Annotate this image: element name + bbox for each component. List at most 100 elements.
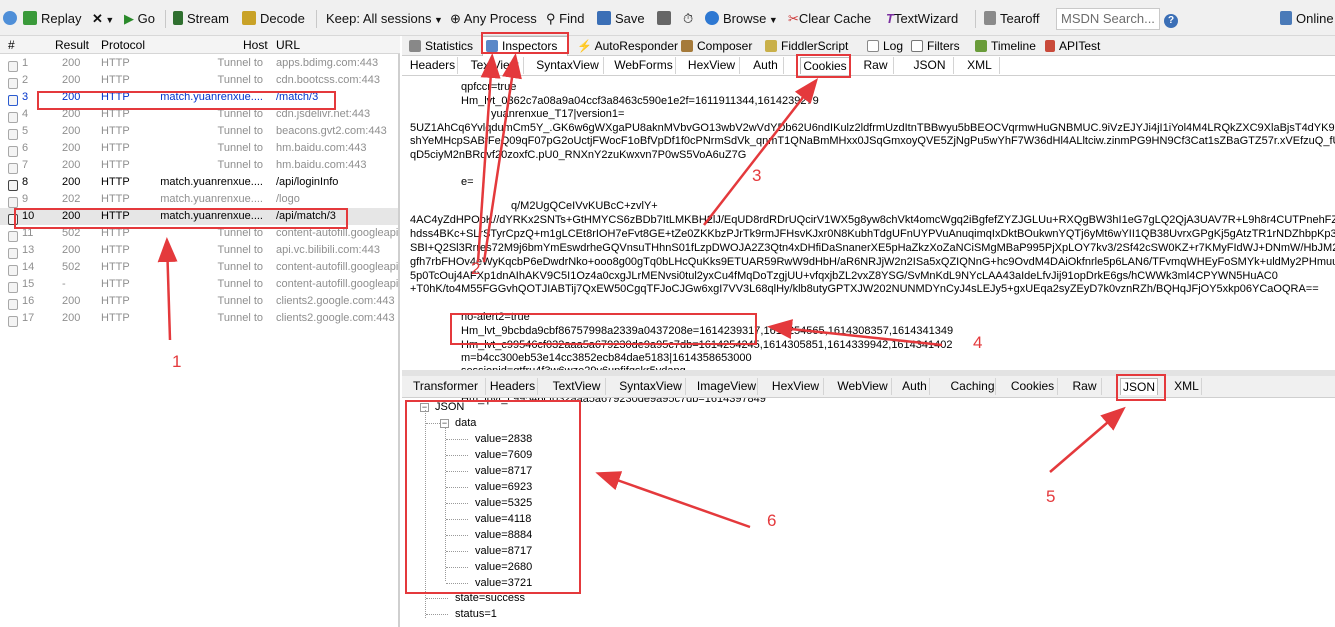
response-tab-auth[interactable]: Auth xyxy=(900,378,930,395)
screenshot-button[interactable] xyxy=(657,10,675,28)
chevron-down-icon: ▼ xyxy=(431,15,443,25)
response-tab-cookies[interactable]: Cookies xyxy=(1008,378,1058,395)
replay-icon xyxy=(23,11,37,25)
request-tab-auth[interactable]: Auth xyxy=(748,57,784,74)
clear-cache-button[interactable]: ✂Clear Cache xyxy=(788,10,871,28)
response-tab-hexview[interactable]: HexView xyxy=(768,378,824,395)
session-host: Tunnel to xyxy=(217,57,263,69)
keep-sessions-dropdown[interactable]: Keep: All sessions ▼ xyxy=(326,10,443,28)
find-button[interactable]: ⚲ Find xyxy=(546,10,584,28)
response-tab-headers[interactable]: Headers xyxy=(488,378,538,395)
tab-apitest[interactable]: APITest xyxy=(1042,37,1100,55)
cookie-line: shYeMHcpSABfFeQ09qF07pG2oUctjFWocF1oBfVp… xyxy=(410,135,1335,147)
session-row[interactable]: 17 200 HTTP Tunnel to clients2.google.com:44… xyxy=(0,310,398,327)
request-tab-headers[interactable]: Headers xyxy=(408,57,458,74)
decode-button[interactable]: Decode xyxy=(242,10,305,28)
cookie-line: Hm_lvt_0362c7a08a9a04ccf3a8463c590e1e2f=… xyxy=(461,95,819,107)
session-number: 17 xyxy=(22,312,35,324)
session-row[interactable]: 9 202 HTTP match.yuanrenxue.... /logo xyxy=(0,191,398,208)
msdn-search-input[interactable]: MSDN Search... xyxy=(1056,8,1160,30)
session-protocol: HTTP xyxy=(101,193,130,205)
tearoff-button[interactable]: Tearoff xyxy=(984,10,1040,28)
response-tab-caching[interactable]: Caching xyxy=(950,378,996,395)
cookie-viewer[interactable]: qpfccr=true Hm_lvt_0362c7a08a9a04ccf3a846… xyxy=(410,78,1335,408)
remove-button[interactable]: ✕ ▼ xyxy=(92,10,114,28)
tab-timeline[interactable]: Timeline xyxy=(972,37,1036,55)
textwizard-button[interactable]: TTextWizard xyxy=(886,10,958,28)
save-button[interactable]: Save xyxy=(597,10,645,28)
tab-composer[interactable]: Composer xyxy=(678,37,752,55)
tab-fiddlerscript[interactable]: FiddlerScript xyxy=(762,37,848,55)
session-host: Tunnel to xyxy=(217,261,263,273)
session-row[interactable]: 13 200 HTTP Tunnel to api.vc.bilibili.com:44… xyxy=(0,242,398,259)
response-tab-imageview[interactable]: ImageView xyxy=(696,378,758,395)
session-protocol: HTTP xyxy=(101,278,130,290)
request-tab-xml[interactable]: XML xyxy=(960,57,1000,74)
tab-filters[interactable]: Filters xyxy=(908,37,960,55)
session-url: hm.baidu.com:443 xyxy=(276,159,367,171)
annotation-label-5: 5 xyxy=(1046,487,1056,506)
session-list-header: # Result Protocol Host URL xyxy=(0,36,400,54)
session-row[interactable]: 15 - HTTP Tunnel to content-autofill.googlea… xyxy=(0,276,398,293)
column-header-protocol[interactable]: Protocol xyxy=(101,38,145,52)
column-header-number[interactable]: # xyxy=(8,38,15,52)
request-tab-json[interactable]: JSON xyxy=(906,57,954,74)
session-row[interactable]: 14 502 HTTP Tunnel to content-autofill.googl… xyxy=(0,259,398,276)
tab-log[interactable]: Log xyxy=(864,37,903,55)
chevron-down-icon: ▼ xyxy=(766,15,778,25)
browse-button[interactable]: Browse ▼ xyxy=(705,10,778,28)
response-tab-textview[interactable]: TextView xyxy=(548,378,606,395)
tab-label: Statistics xyxy=(425,39,474,53)
column-header-url[interactable]: URL xyxy=(276,38,300,52)
timer-button[interactable]: ⏱ xyxy=(683,10,693,28)
x-icon: ✕ xyxy=(92,11,103,26)
crosshair-icon: ⊕ xyxy=(450,11,464,26)
request-tab-textview[interactable]: TextView xyxy=(466,57,524,74)
session-row[interactable]: 6 200 HTTP Tunnel to hm.baidu.com:443 xyxy=(0,140,398,157)
response-tab-xml[interactable]: XML xyxy=(1172,378,1202,395)
session-number: 5 xyxy=(22,125,29,137)
session-row[interactable]: 7 200 HTTP Tunnel to hm.baidu.com:443 xyxy=(0,157,398,174)
any-process-button[interactable]: ⊕ Any Process xyxy=(450,10,537,28)
response-tab-transformer[interactable]: Transformer xyxy=(406,378,486,395)
session-url: apps.bdimg.com:443 xyxy=(276,57,379,69)
column-header-result[interactable]: Result xyxy=(55,38,89,52)
tree-node-status[interactable]: status=1 xyxy=(455,608,497,620)
request-tab-syntaxview[interactable]: SyntaxView xyxy=(532,57,604,74)
replay-label: Replay xyxy=(41,11,82,26)
session-row[interactable]: 16 200 HTTP Tunnel to clients2.google.com:44… xyxy=(0,293,398,310)
session-url: content-autofill.googleapi xyxy=(276,278,398,290)
decode-label: Decode xyxy=(260,11,305,26)
session-result: 202 xyxy=(62,193,81,205)
response-tab-webview[interactable]: WebView xyxy=(834,378,892,395)
session-row[interactable]: 5 200 HTTP Tunnel to beacons.gvt2.com:443 xyxy=(0,123,398,140)
session-host: Tunnel to xyxy=(217,295,263,307)
column-header-host[interactable]: Host xyxy=(243,38,268,52)
request-tab-webforms[interactable]: WebForms xyxy=(612,57,676,74)
comment-button[interactable] xyxy=(3,10,21,28)
session-row[interactable]: 8 200 HTTP match.yuanrenxue.... /api/loginIn… xyxy=(0,174,398,191)
session-protocol: HTTP xyxy=(101,312,130,324)
session-row[interactable]: 2 200 HTTP Tunnel to cdn.bootcss.com:443 xyxy=(0,72,398,89)
go-button[interactable]: ▶ Go xyxy=(124,10,155,28)
tab-autoresponder[interactable]: ⚡ AutoResponder xyxy=(574,37,678,55)
session-result: 502 xyxy=(62,261,81,273)
tab-statistics[interactable]: Statistics xyxy=(406,37,473,55)
tab-label: FiddlerScript xyxy=(781,39,849,53)
help-button[interactable]: ? xyxy=(1164,10,1178,28)
tearoff-icon xyxy=(984,11,996,25)
session-url: content-autofill.googleapi xyxy=(276,261,398,273)
replay-button[interactable]: Replay xyxy=(23,10,81,28)
response-tab-raw[interactable]: Raw xyxy=(1068,378,1102,395)
response-tab-syntaxview[interactable]: SyntaxView xyxy=(616,378,686,395)
decode-icon xyxy=(242,11,256,25)
annotation-box-cookie-values xyxy=(450,313,757,345)
request-tab-raw[interactable]: Raw xyxy=(858,57,894,74)
stream-button[interactable]: Stream xyxy=(173,10,229,28)
filter-checkbox-icon xyxy=(911,40,923,52)
session-number: 2 xyxy=(22,74,29,86)
cookie-line: SBI+Q2Sl3Rrres72M9j6bmYmEswdrheGQVnsuTHh… xyxy=(410,242,1335,254)
request-tab-hexview[interactable]: HexView xyxy=(684,57,740,74)
session-row[interactable]: 1 200 HTTP Tunnel to apps.bdimg.com:443 xyxy=(0,55,398,72)
session-url: clients2.google.com:443 xyxy=(276,312,395,324)
